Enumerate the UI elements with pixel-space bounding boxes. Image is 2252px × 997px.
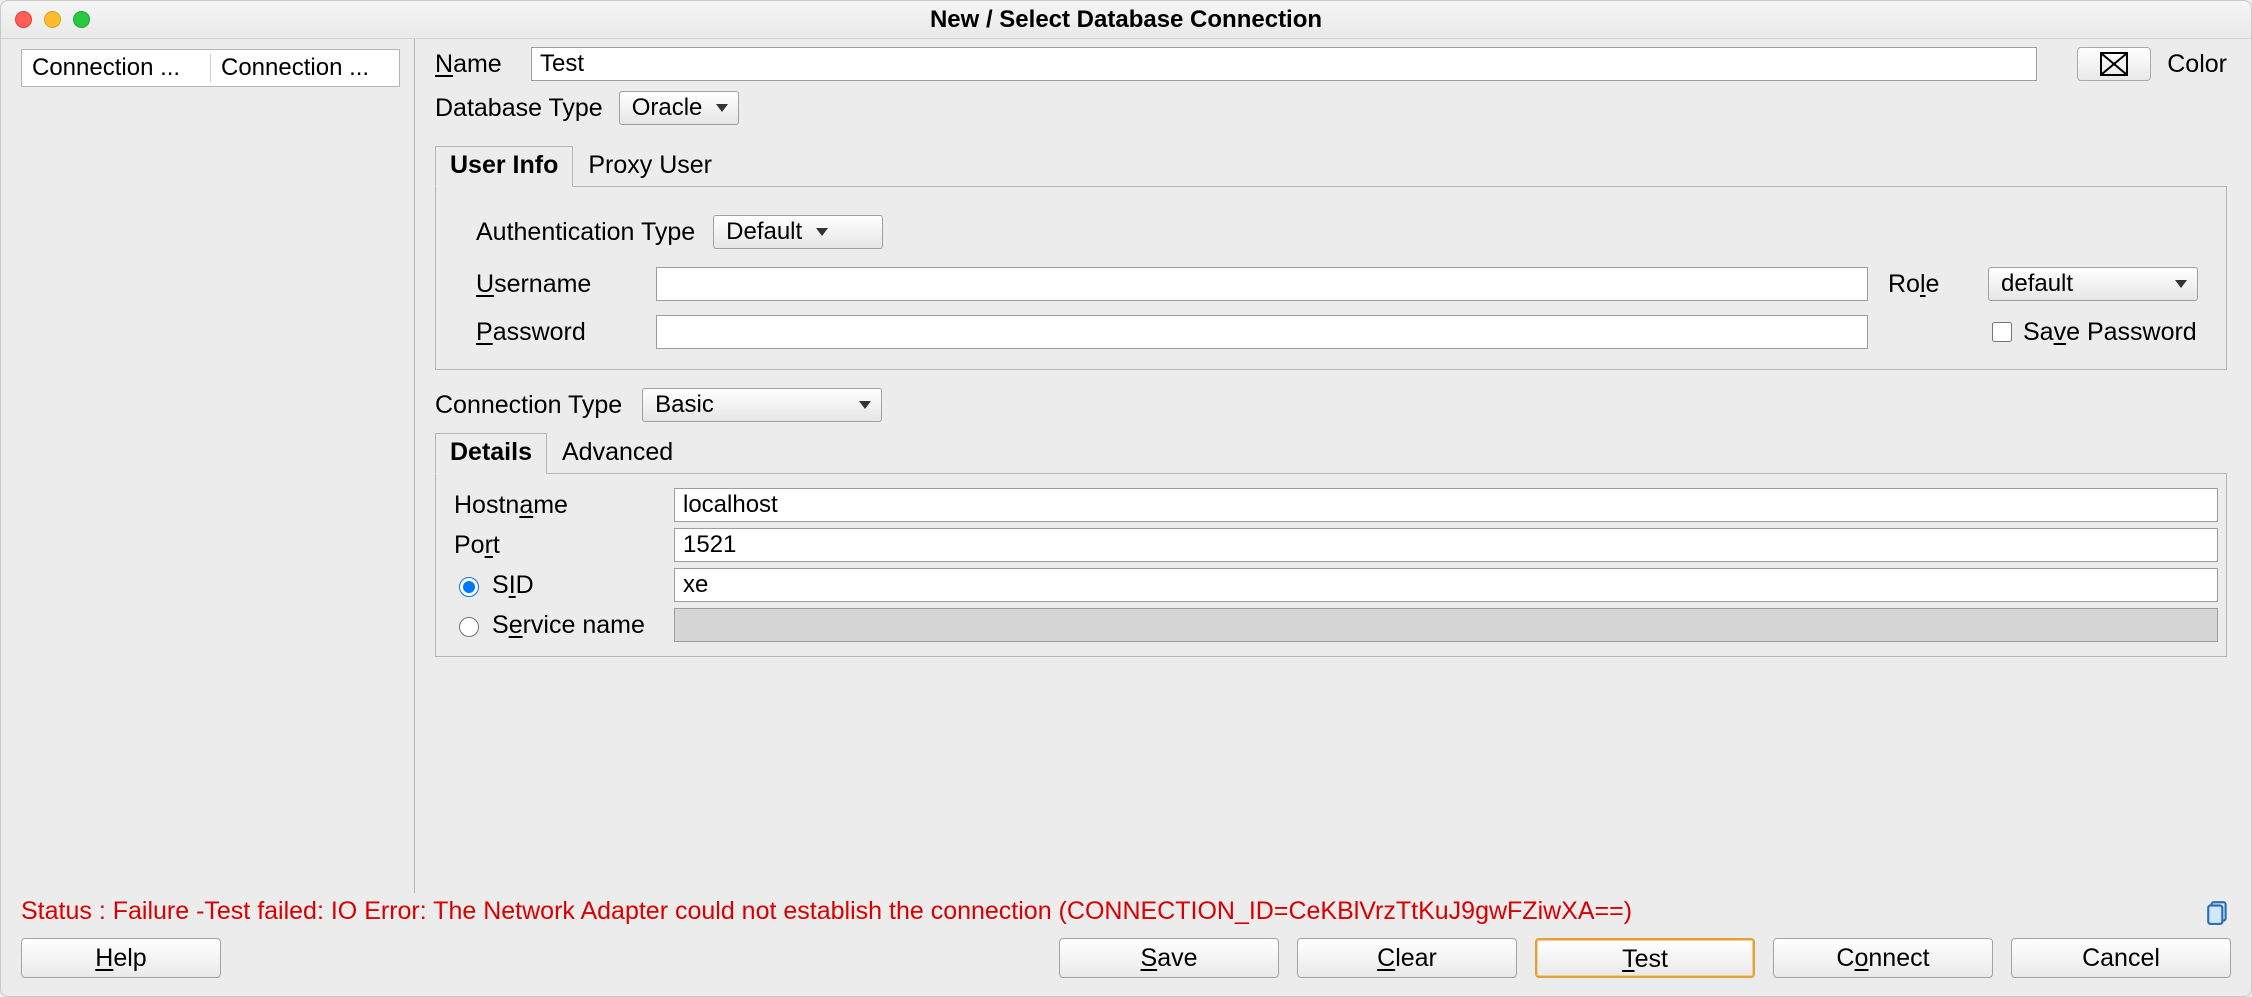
sidebar-col-2[interactable]: Connection ... — [211, 54, 399, 82]
password-label: Password — [476, 318, 636, 347]
status-row: Status : Failure -Test failed: IO Error:… — [1, 893, 2251, 928]
color-swatch-icon — [2100, 52, 2128, 76]
sid-input[interactable] — [674, 568, 2218, 602]
conntype-combo[interactable]: Basic — [642, 388, 882, 422]
tab-proxy-user[interactable]: Proxy User — [573, 146, 727, 187]
service-radio-input[interactable] — [459, 617, 479, 637]
tab-user-info[interactable]: User Info — [435, 146, 573, 187]
dbtype-label: Database Type — [435, 94, 603, 123]
credentials-grid: Username Role default Password Save Pass… — [476, 267, 2198, 349]
name-row: Name Color — [435, 47, 2227, 81]
role-label: Role — [1888, 270, 1968, 299]
sidebar-column-headers: Connection ... Connection ... — [21, 49, 400, 87]
port-input[interactable] — [674, 528, 2218, 562]
test-button[interactable]: Test — [1535, 938, 1755, 978]
footer: Help Save Clear Test Connect Cancel — [1, 928, 2251, 996]
service-label: Service name — [492, 611, 645, 640]
save-password-label: Save Password — [2023, 318, 2197, 347]
sid-label: SID — [492, 571, 534, 600]
port-label: Port — [454, 528, 674, 562]
sidebar-col-1[interactable]: Connection ... — [22, 54, 211, 82]
save-button[interactable]: Save — [1059, 938, 1279, 978]
role-combo[interactable]: default — [1988, 267, 2198, 301]
auth-tabstrip: User Info Proxy User — [435, 145, 2227, 187]
authtype-label: Authentication Type — [476, 218, 695, 247]
help-button[interactable]: Help — [21, 938, 221, 978]
chevron-down-icon — [2175, 280, 2187, 288]
dbtype-value: Oracle — [632, 94, 711, 122]
service-radio[interactable]: Service name — [454, 611, 674, 640]
authtype-value: Default — [726, 218, 810, 246]
tab-details[interactable]: Details — [435, 433, 547, 474]
authtype-row: Authentication Type Default — [476, 215, 2198, 249]
tab-advanced[interactable]: Advanced — [547, 433, 688, 474]
sid-radio[interactable]: SID — [454, 571, 674, 600]
connections-sidebar: Connection ... Connection ... — [1, 39, 415, 893]
authtype-combo[interactable]: Default — [713, 215, 883, 249]
chevron-down-icon — [816, 228, 828, 236]
dbtype-combo[interactable]: Oracle — [619, 91, 740, 125]
chevron-down-icon — [859, 401, 871, 409]
copy-status-icon[interactable] — [2205, 899, 2231, 925]
hostname-label: Hostname — [454, 488, 674, 522]
password-input[interactable] — [656, 315, 1868, 349]
username-label: Username — [476, 270, 636, 299]
conntype-value: Basic — [655, 391, 722, 419]
name-label: Name — [435, 50, 525, 79]
details-panel: Hostname Port SID Service name — [435, 474, 2227, 657]
cancel-button[interactable]: Cancel — [2011, 938, 2231, 978]
hostname-input[interactable] — [674, 488, 2218, 522]
connect-button[interactable]: Connect — [1773, 938, 1993, 978]
save-password-box[interactable] — [1992, 322, 2012, 342]
titlebar: New / Select Database Connection — [1, 1, 2251, 39]
sid-radio-input[interactable] — [459, 577, 479, 597]
name-input[interactable] — [531, 47, 2037, 81]
color-label: Color — [2167, 50, 2227, 79]
window-title: New / Select Database Connection — [1, 6, 2251, 34]
dialog-window: New / Select Database Connection Connect… — [0, 0, 2252, 997]
username-input[interactable] — [656, 267, 1868, 301]
conntype-label: Connection Type — [435, 391, 622, 420]
color-picker-button[interactable] — [2077, 47, 2151, 81]
chevron-down-icon — [716, 104, 728, 112]
dbtype-row: Database Type Oracle — [435, 91, 2227, 125]
form-area: Name Color Database Type Oracle — [415, 39, 2251, 893]
clear-button[interactable]: Clear — [1297, 938, 1517, 978]
save-password-checkbox[interactable]: Save Password — [1988, 318, 2198, 347]
role-value: default — [2001, 270, 2081, 298]
service-input — [674, 608, 2218, 642]
detail-tabstrip: Details Advanced — [435, 432, 2227, 474]
main-area: Connection ... Connection ... Name Color — [1, 39, 2251, 893]
auth-panel: Authentication Type Default Username Rol… — [435, 187, 2227, 370]
status-text: Status : Failure -Test failed: IO Error:… — [21, 897, 1632, 926]
conntype-row: Connection Type Basic — [435, 388, 2227, 422]
